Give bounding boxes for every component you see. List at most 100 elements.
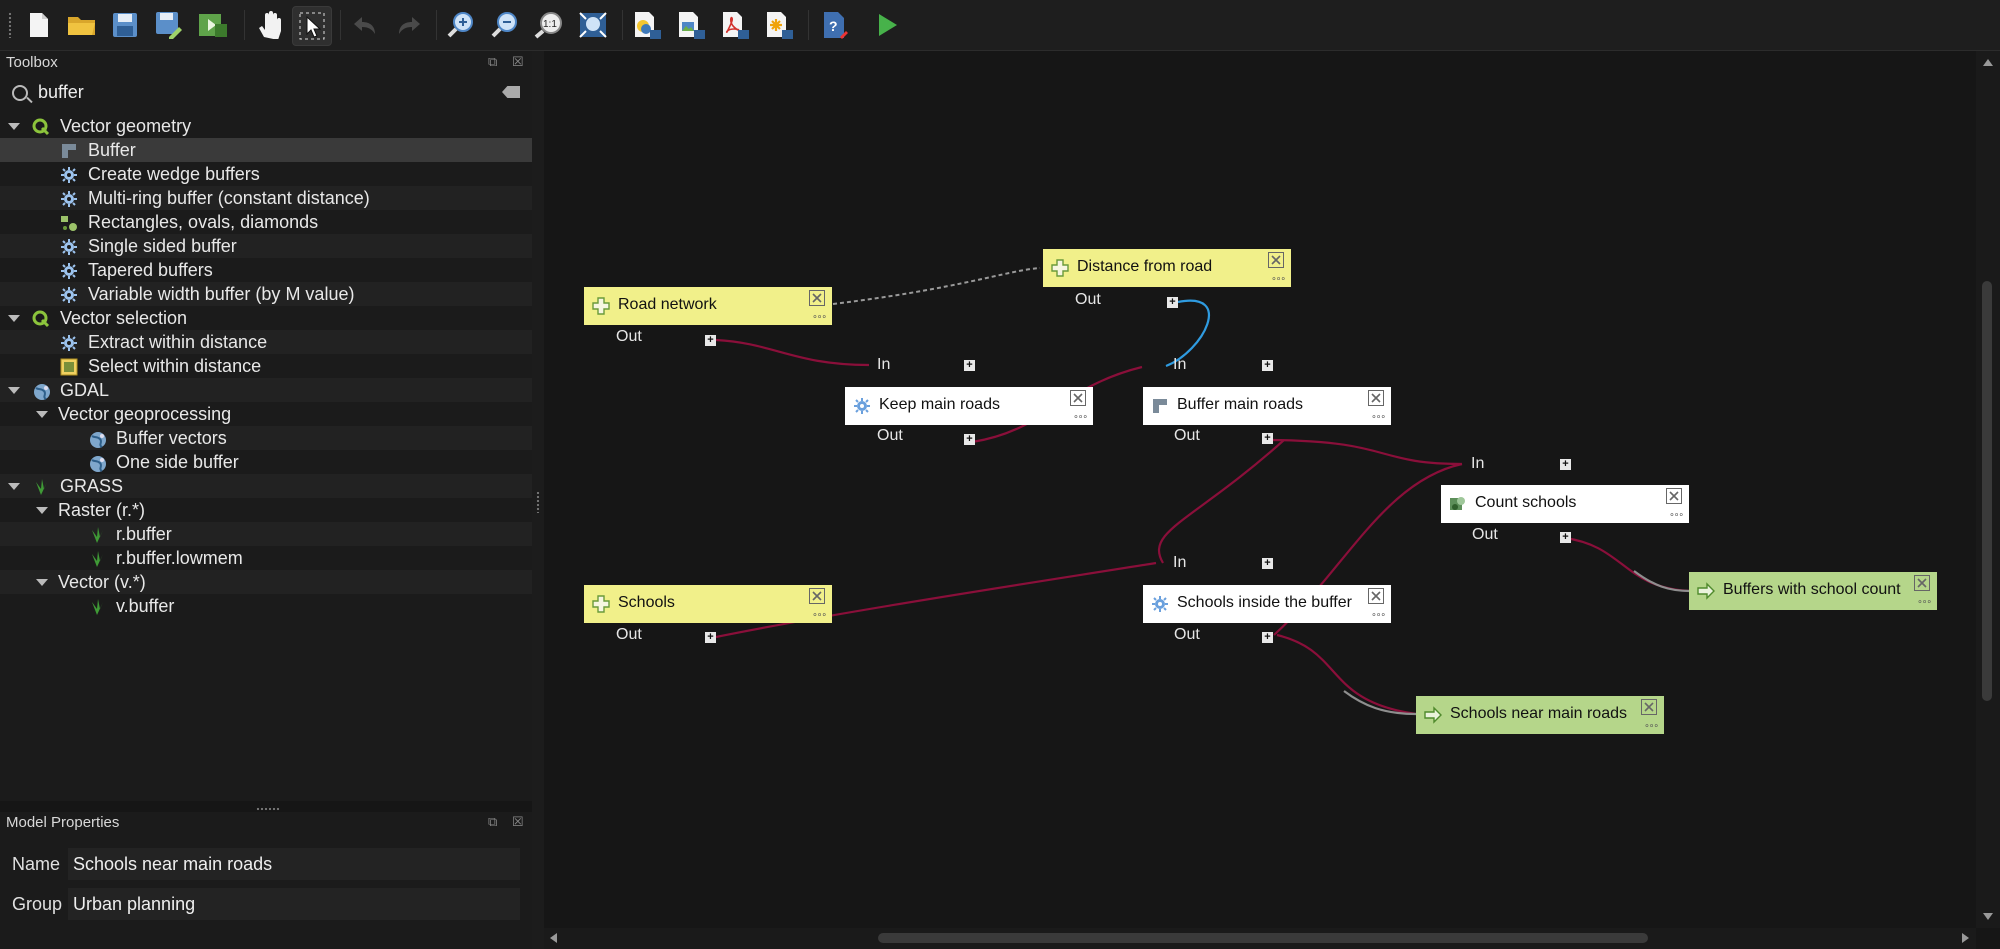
tree-item-select-within-distance[interactable]: Select within distance <box>0 354 532 378</box>
tree-item-extract-within-distance[interactable]: Extract within distance <box>0 330 532 354</box>
tree-item-multi-ring-buffer-constant-distance[interactable]: Multi-ring buffer (constant distance) <box>0 186 532 210</box>
tree-item-vector-v[interactable]: Vector (v.*) <box>0 570 532 594</box>
tree-item-buffer[interactable]: Buffer <box>0 138 532 162</box>
tree-item-raster-r[interactable]: Raster (r.*) <box>0 498 532 522</box>
save-model-icon[interactable] <box>106 6 144 44</box>
node-schools-near-main-roads[interactable]: Schools near main roads ∘∘∘ <box>1416 696 1664 734</box>
export-image-icon[interactable] <box>672 6 710 44</box>
model-canvas[interactable]: Road network ∘∘∘ Out + Distance from roa… <box>544 51 1976 928</box>
run-model-icon[interactable] <box>868 6 906 44</box>
more-options-icon[interactable]: ∘∘∘ <box>1644 720 1659 731</box>
expand-arrow-icon[interactable] <box>8 387 20 394</box>
pan-icon[interactable] <box>250 6 288 44</box>
expand-arrow-icon[interactable] <box>8 123 20 130</box>
node-buffer-main-roads[interactable]: Buffer main roads ∘∘∘ <box>1143 387 1391 425</box>
expand-inputs-icon[interactable]: + <box>1262 360 1273 371</box>
expand-outputs-icon[interactable]: + <box>1167 297 1178 308</box>
undo-icon[interactable] <box>346 6 384 44</box>
tree-item-tapered-buffers[interactable]: Tapered buffers <box>0 258 532 282</box>
clear-search-icon[interactable] <box>502 86 520 98</box>
remove-node-icon[interactable] <box>1641 699 1657 715</box>
expand-outputs-icon[interactable]: + <box>964 434 975 445</box>
remove-node-icon[interactable] <box>1666 488 1682 504</box>
scroll-left-icon[interactable] <box>550 933 557 943</box>
remove-node-icon[interactable] <box>1368 588 1384 604</box>
tree-item-vector-geoprocessing[interactable]: Vector geoprocessing <box>0 402 532 426</box>
node-count-schools[interactable]: Count schools ∘∘∘ <box>1441 485 1689 523</box>
remove-node-icon[interactable] <box>1914 575 1930 591</box>
open-model-icon[interactable] <box>63 6 101 44</box>
more-options-icon[interactable]: ∘∘∘ <box>1669 509 1684 520</box>
tree-item-r-buffer[interactable]: r.buffer <box>0 522 532 546</box>
tree-item-v-buffer[interactable]: v.buffer <box>0 594 532 618</box>
expand-outputs-icon[interactable]: + <box>1262 632 1273 643</box>
zoom-actual-icon[interactable]: 1:1 <box>530 6 568 44</box>
zoom-full-icon[interactable] <box>574 6 612 44</box>
tree-item-rectangles-ovals-diamonds[interactable]: Rectangles, ovals, diamonds <box>0 210 532 234</box>
zoom-in-icon[interactable] <box>442 6 480 44</box>
expand-arrow-icon[interactable] <box>36 507 48 514</box>
more-options-icon[interactable]: ∘∘∘ <box>812 311 827 322</box>
node-keep-main-roads[interactable]: Keep main roads ∘∘∘ <box>845 387 1093 425</box>
remove-node-icon[interactable] <box>809 588 825 604</box>
save-as-icon[interactable] <box>150 6 188 44</box>
model-group-field[interactable] <box>68 888 520 920</box>
remove-node-icon[interactable] <box>809 290 825 306</box>
vertical-scroll-thumb[interactable] <box>1982 281 1992 701</box>
tree-item-r-buffer-lowmem[interactable]: r.buffer.lowmem <box>0 546 532 570</box>
expand-outputs-icon[interactable]: + <box>1262 433 1273 444</box>
tree-item-single-sided-buffer[interactable]: Single sided buffer <box>0 234 532 258</box>
search-input[interactable] <box>38 81 478 103</box>
vertical-scrollbar[interactable] <box>1976 51 2000 928</box>
more-options-icon[interactable]: ∘∘∘ <box>1371 609 1386 620</box>
tree-item-create-wedge-buffers[interactable]: Create wedge buffers <box>0 162 532 186</box>
export-python-icon[interactable] <box>628 6 666 44</box>
node-schools[interactable]: Schools ∘∘∘ <box>584 585 832 623</box>
expand-arrow-icon[interactable] <box>36 411 48 418</box>
float-panel-icon[interactable]: ⧉ <box>488 54 497 70</box>
save-in-project-icon[interactable] <box>194 6 232 44</box>
toolbar-grip[interactable] <box>8 12 12 38</box>
model-name-field[interactable] <box>68 848 520 880</box>
scroll-up-icon[interactable] <box>1983 59 1993 66</box>
tree-item-gdal[interactable]: GDAL <box>0 378 532 402</box>
expand-arrow-icon[interactable] <box>36 579 48 586</box>
node-road-network[interactable]: Road network ∘∘∘ <box>584 287 832 325</box>
new-model-icon[interactable] <box>20 6 58 44</box>
more-options-icon[interactable]: ∘∘∘ <box>812 609 827 620</box>
horizontal-scroll-thumb[interactable] <box>878 933 1648 943</box>
expand-outputs-icon[interactable]: + <box>705 632 716 643</box>
more-options-icon[interactable]: ∘∘∘ <box>1073 411 1088 422</box>
expand-arrow-icon[interactable] <box>8 483 20 490</box>
node-distance-from-road[interactable]: Distance from road ∘∘∘ <box>1043 249 1291 287</box>
more-options-icon[interactable]: ∘∘∘ <box>1917 596 1932 607</box>
node-buffers-with-school-count[interactable]: Buffers with school count ∘∘∘ <box>1689 572 1937 610</box>
redo-icon[interactable] <box>390 6 428 44</box>
more-options-icon[interactable]: ∘∘∘ <box>1371 411 1386 422</box>
remove-node-icon[interactable] <box>1268 252 1284 268</box>
panel-resize-grip[interactable] <box>256 807 280 811</box>
expand-outputs-icon[interactable]: + <box>1560 532 1571 543</box>
horizontal-scrollbar[interactable] <box>544 928 1976 949</box>
zoom-out-icon[interactable] <box>486 6 524 44</box>
more-options-icon[interactable]: ∘∘∘ <box>1271 273 1286 284</box>
expand-inputs-icon[interactable]: + <box>1560 459 1571 470</box>
export-pdf-icon[interactable] <box>716 6 754 44</box>
panel-splitter[interactable] <box>532 51 544 949</box>
tree-item-buffer-vectors[interactable]: Buffer vectors <box>0 426 532 450</box>
help-icon[interactable]: ? <box>816 6 854 44</box>
tree-item-variable-width-buffer-by-m-value[interactable]: Variable width buffer (by M value) <box>0 282 532 306</box>
select-icon[interactable] <box>292 6 332 46</box>
close-panel-icon[interactable]: ☒ <box>512 814 524 830</box>
float-panel-icon[interactable]: ⧉ <box>488 814 497 830</box>
scroll-right-icon[interactable] <box>1962 933 1969 943</box>
tree-item-vector-geometry[interactable]: Vector geometry <box>0 114 532 138</box>
expand-outputs-icon[interactable]: + <box>705 335 716 346</box>
expand-arrow-icon[interactable] <box>8 315 20 322</box>
remove-node-icon[interactable] <box>1070 390 1086 406</box>
expand-inputs-icon[interactable]: + <box>964 360 975 371</box>
expand-inputs-icon[interactable]: + <box>1262 558 1273 569</box>
tree-item-grass[interactable]: GRASS <box>0 474 532 498</box>
remove-node-icon[interactable] <box>1368 390 1384 406</box>
scroll-down-icon[interactable] <box>1983 913 1993 920</box>
